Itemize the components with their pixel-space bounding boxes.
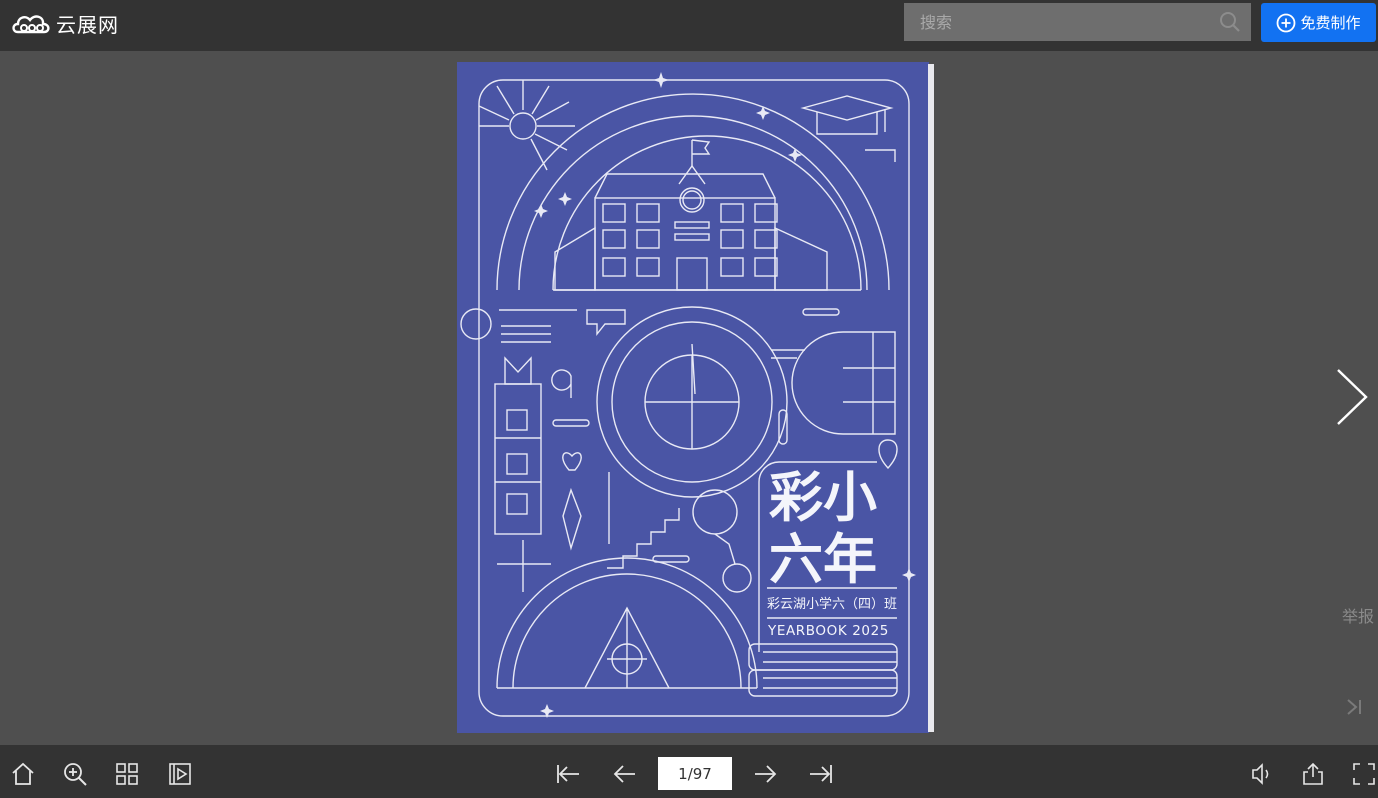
play-icon[interactable] <box>167 761 193 787</box>
home-icon[interactable] <box>10 761 36 787</box>
book-cover[interactable]: 彩小 六年 彩云湖小学六（四）班 YEARBOOK 2025 <box>457 62 934 733</box>
cover-caption: YEARBOOK 2025 <box>767 623 889 639</box>
fullscreen-icon[interactable] <box>1351 761 1377 787</box>
search-icon[interactable] <box>1219 11 1241 33</box>
zoom-in-icon[interactable] <box>62 761 88 787</box>
last-page-icon[interactable] <box>1344 697 1366 717</box>
logo[interactable]: 云展网 <box>10 9 119 38</box>
chevron-right-icon[interactable] <box>1332 366 1372 428</box>
cover-subtitle: 彩云湖小学六（四）班 <box>767 596 897 612</box>
cover-title-line2: 六年 <box>769 528 877 591</box>
sound-icon[interactable] <box>1248 761 1274 787</box>
cloud-logo-icon <box>12 14 50 33</box>
book-page-edge <box>928 64 934 732</box>
last-page-icon[interactable] <box>808 761 834 787</box>
search-input[interactable] <box>904 12 1204 32</box>
plus-circle-icon <box>1277 13 1296 32</box>
share-icon[interactable] <box>1300 761 1326 787</box>
prev-page-icon[interactable] <box>612 761 638 787</box>
top-bar: 云展网 免费制作 <box>0 0 1378 51</box>
grid-icon[interactable] <box>114 761 140 787</box>
cover-title-line1: 彩小 <box>769 466 877 529</box>
free-create-button[interactable]: 免费制作 <box>1261 3 1376 42</box>
first-page-icon[interactable] <box>555 761 581 787</box>
search-box <box>904 3 1251 41</box>
next-page-icon[interactable] <box>752 761 778 787</box>
free-create-label: 免费制作 <box>1300 14 1361 32</box>
logo-text: 云展网 <box>56 13 119 37</box>
report-link[interactable]: 举报 <box>1342 603 1374 627</box>
page-indicator[interactable]: 1/97 <box>658 757 732 790</box>
